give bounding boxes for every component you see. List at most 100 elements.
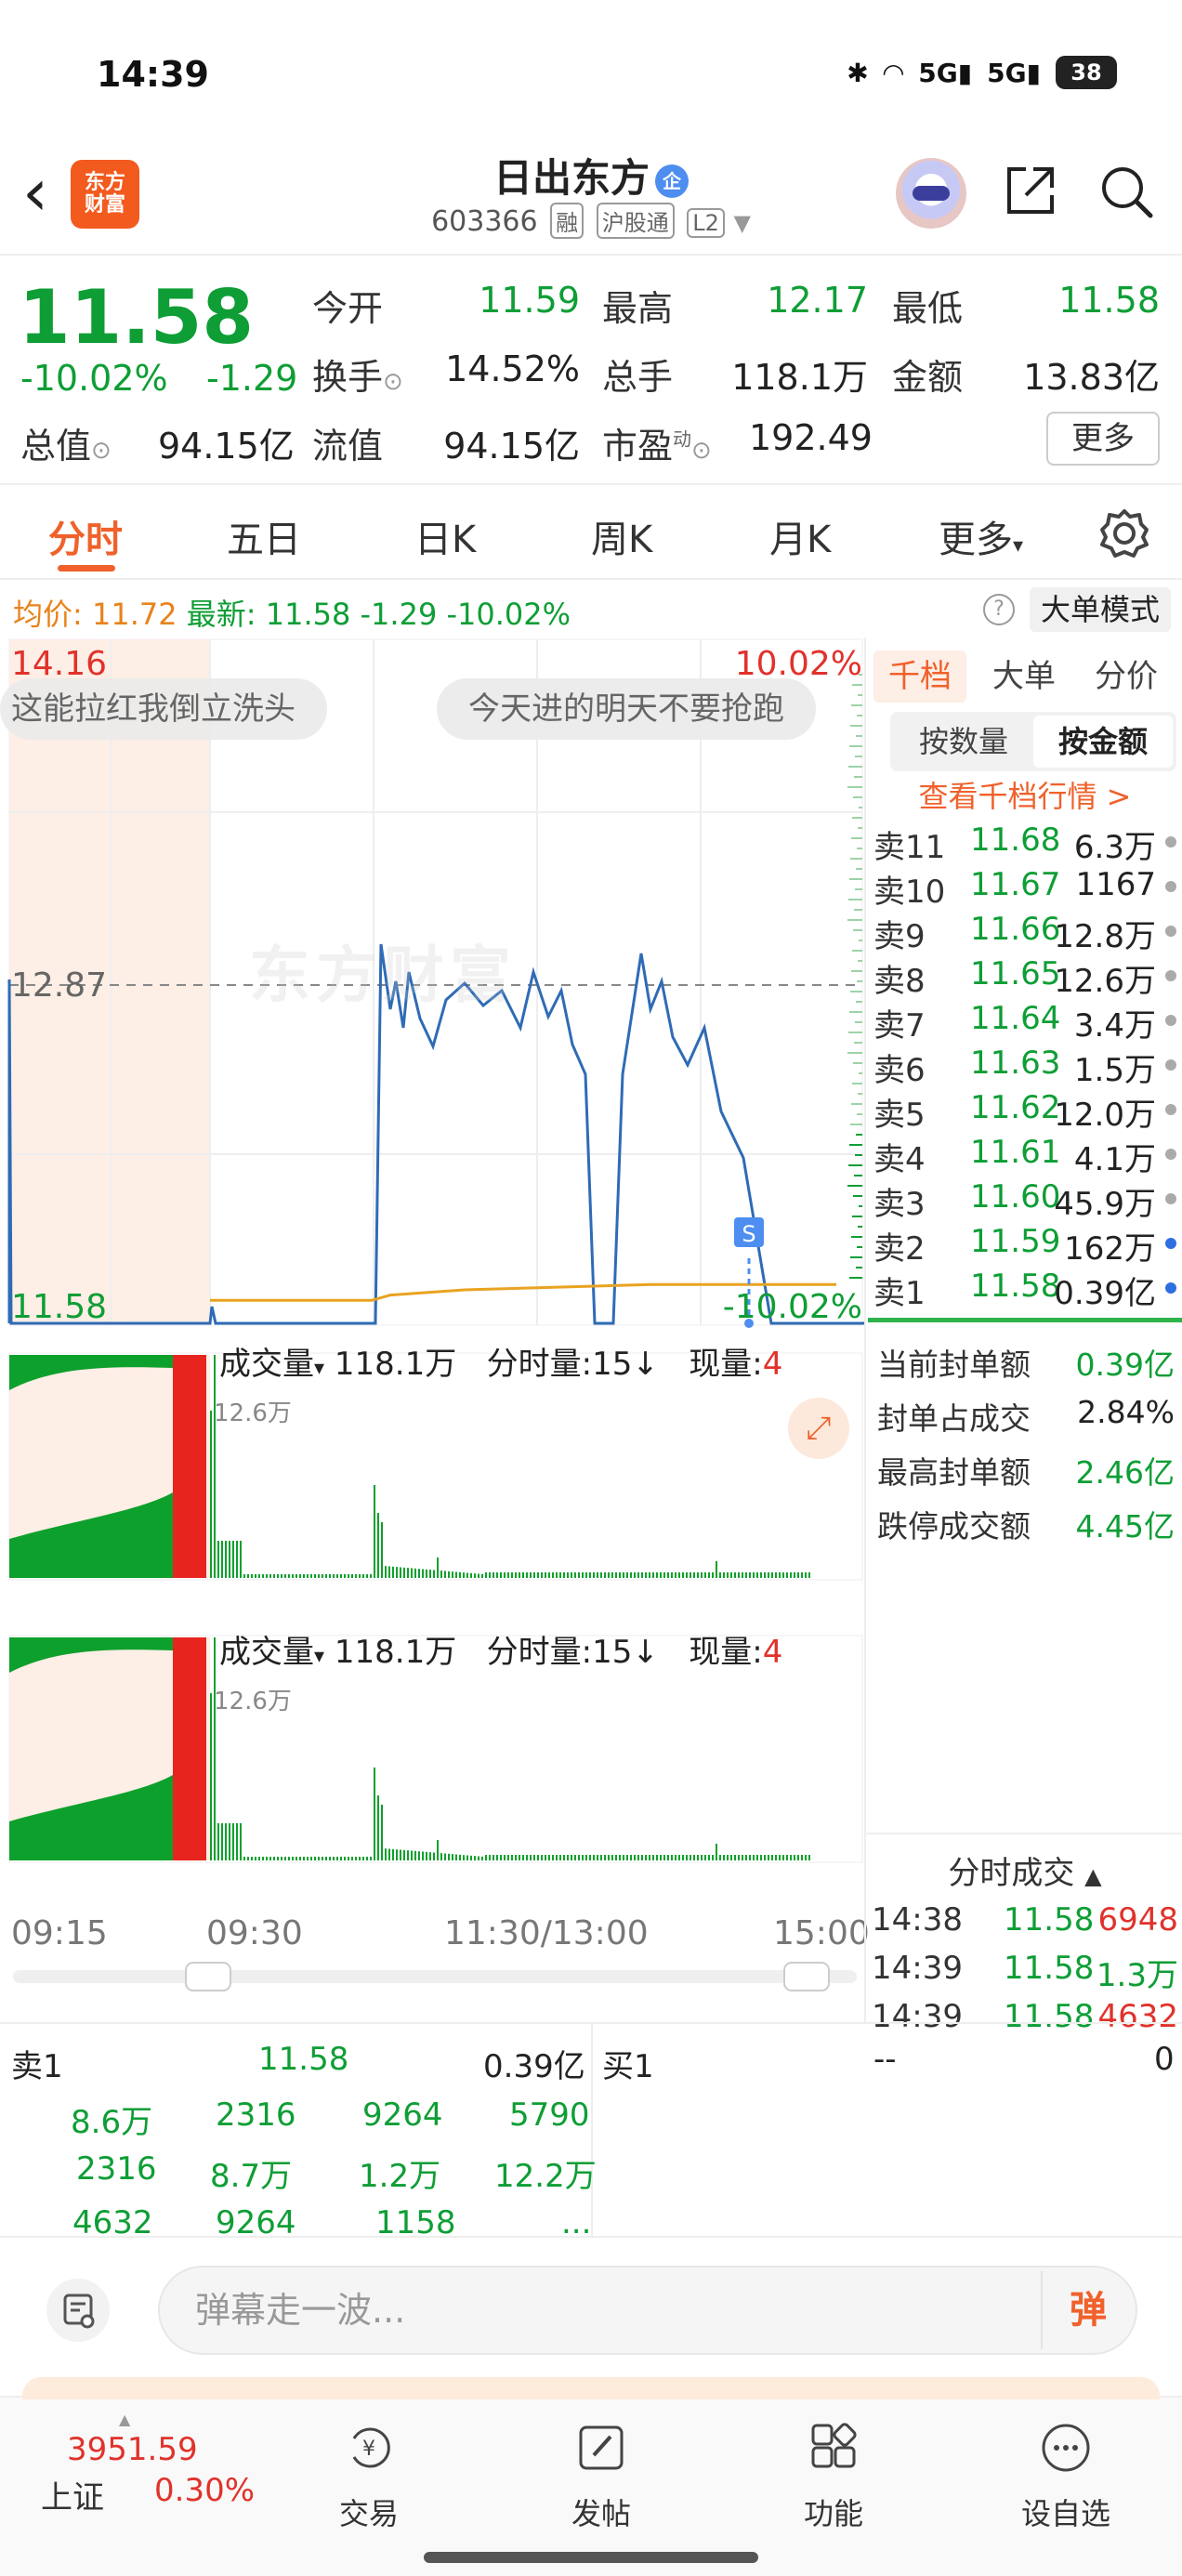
volume-header-1-label: 成交量 — [219, 1346, 314, 1383]
danmu-comment-1[interactable]: 这能拉红我倒立洗头 — [0, 678, 327, 740]
share-icon[interactable] — [1002, 162, 1059, 219]
ask-row[interactable]: 卖11 11.68 6.3万 — [866, 821, 1182, 866]
segment-by-quantity[interactable]: 按数量 — [894, 716, 1033, 768]
more-button[interactable]: 更多 — [1046, 412, 1160, 466]
bottom-nav: ▲ 3951.59 上证 0.30% ¥ 交易 发帖 功能 设自选 — [0, 2377, 1182, 2576]
volume-bar — [533, 1855, 535, 1860]
volume-bar — [808, 1572, 810, 1578]
volume-bar — [734, 1855, 736, 1860]
trades-title[interactable]: 分时成交 ▲ — [866, 1833, 1182, 1893]
nav-post[interactable]: 发帖 — [532, 2420, 671, 2533]
buy1-amount: 0 — [1154, 2041, 1175, 2078]
turnover-info-icon[interactable]: ⊙ — [383, 368, 403, 396]
help-icon[interactable]: ? — [983, 594, 1015, 625]
ask-row[interactable]: 卖6 11.63 1.5万 — [866, 1045, 1182, 1089]
danmu-input[interactable]: 弹幕走一波... — [158, 2266, 1137, 2355]
queue-cell-more[interactable]: ... — [561, 2204, 591, 2241]
volume-bar — [756, 1572, 758, 1578]
volume-bar — [548, 1572, 550, 1578]
ask-row[interactable]: 卖2 11.59 162万 — [866, 1223, 1182, 1268]
tab-price-distribution[interactable]: 分价 — [1095, 651, 1158, 696]
expand-icon[interactable]: ⤢ — [788, 1398, 849, 1459]
volume-bar — [307, 1857, 309, 1860]
range-slider-track[interactable] — [13, 1970, 857, 1983]
volume-bar — [466, 1855, 468, 1860]
latest-value: 11.58 — [265, 597, 351, 632]
volume-bar — [734, 1572, 736, 1578]
volume-bar — [258, 1574, 260, 1578]
danmu-send-button[interactable]: 弹 — [1041, 2271, 1134, 2349]
ask-price: 11.65 — [970, 955, 1061, 992]
total-value-label-text: 总值 — [20, 426, 92, 467]
bluetooth-icon: ✱ — [847, 57, 869, 88]
summary-text: 均价: 11.72 最新: 11.58 -1.29 -10.02% — [13, 591, 571, 634]
change-percent: -10.02% — [20, 358, 168, 399]
order-book-divider — [868, 1318, 1182, 1322]
pe-info-icon[interactable]: ⊙ — [691, 437, 712, 465]
tab-thousand-levels[interactable]: 千档 — [873, 651, 966, 703]
ask-row[interactable]: 卖10 11.67 1167 — [866, 866, 1182, 911]
info-icon[interactable]: ⊙ — [91, 437, 112, 465]
tab-weekly-k[interactable]: 周K — [591, 509, 652, 563]
range-slider-handle-right[interactable] — [783, 1962, 830, 1991]
ask-price: 11.68 — [970, 821, 1061, 859]
nav-add-watchlist[interactable]: 设自选 — [996, 2420, 1136, 2533]
queue-cell: 8.7万 — [210, 2158, 293, 2195]
volume-bar — [437, 1840, 439, 1860]
ask-row[interactable]: 卖5 11.62 12.0万 — [866, 1089, 1182, 1134]
gear-icon[interactable] — [1097, 506, 1152, 561]
x-label-0930: 09:30 — [206, 1914, 303, 1952]
volume-bar — [463, 1855, 465, 1860]
big-order-mode-button[interactable]: 大单模式 — [1030, 587, 1171, 632]
ask-volume: 12.6万 — [1054, 963, 1156, 1000]
sh-index-pct[interactable]: 0.30% — [154, 2472, 255, 2509]
volume-bar — [392, 1848, 394, 1860]
volume-dropdown-icon-1[interactable]: ▾ — [314, 1357, 324, 1380]
tab-monthly-k[interactable]: 月K — [769, 509, 831, 563]
ask-dot-icon — [1165, 1238, 1176, 1249]
float-value: 94.15亿 — [443, 426, 580, 467]
latest-change: -1.29 — [360, 597, 438, 632]
ask-row[interactable]: 卖3 11.60 45.9万 — [866, 1178, 1182, 1223]
assistant-avatar[interactable] — [896, 158, 966, 229]
auction-volume-red — [173, 1637, 206, 1860]
volume-bar — [273, 1574, 275, 1578]
tab-five-day[interactable]: 五日 — [227, 509, 301, 563]
volume-bar — [530, 1572, 532, 1578]
intraday-chart[interactable]: S 14.16 10.02% 12.87 11.58 -10.02% 东方财富 … — [0, 637, 870, 2022]
tab-big-orders[interactable]: 大单 — [992, 651, 1056, 696]
volume-bar — [422, 1569, 424, 1578]
volume-bar — [496, 1855, 498, 1860]
danmu-comment-2[interactable]: 今天进的明天不要抢跑 — [437, 678, 816, 740]
volume-bar — [236, 1541, 238, 1578]
tab-intraday[interactable]: 分时 — [48, 509, 123, 563]
volume-bar — [481, 1573, 483, 1578]
search-icon[interactable] — [1097, 162, 1156, 221]
sh-index-name[interactable]: 上证 — [41, 2472, 104, 2517]
range-slider-handle-left[interactable] — [185, 1962, 231, 1991]
segment-by-amount[interactable]: 按金额 — [1033, 716, 1173, 768]
nav-trade[interactable]: ¥ 交易 — [299, 2420, 439, 2533]
volume-bar — [281, 1857, 282, 1860]
nav-functions[interactable]: 功能 — [764, 2420, 903, 2533]
volume-dropdown-icon-2[interactable]: ▾ — [314, 1645, 324, 1668]
volume-bar — [749, 1855, 751, 1860]
tab-more[interactable]: 更多▾ — [939, 509, 1023, 563]
ask-row[interactable]: 卖4 11.61 4.1万 — [866, 1134, 1182, 1178]
volume-bar — [656, 1572, 658, 1578]
status-bar: 14:39 ✱ ◠ 5G▮ 5G▮ 38 — [0, 0, 1182, 139]
note-settings-icon[interactable] — [46, 2279, 110, 2342]
volume-bar — [552, 1855, 554, 1860]
volume-bar — [452, 1854, 453, 1860]
ask-row[interactable]: 卖1 11.58 0.39亿 — [866, 1268, 1182, 1312]
volume-header-1-interval[interactable]: 分时量:15↓ — [487, 1346, 659, 1383]
ask-row[interactable]: 卖8 11.65 12.6万 — [866, 955, 1182, 1000]
ask-row[interactable]: 卖9 11.66 12.8万 — [866, 911, 1182, 955]
volume-bar — [322, 1857, 323, 1860]
ask-row[interactable]: 卖7 11.64 3.4万 — [866, 1000, 1182, 1045]
nav-post-label: 发帖 — [571, 2496, 631, 2531]
volume-header-2-interval[interactable]: 分时量:15↓ — [487, 1634, 659, 1671]
sh-index-value[interactable]: 3951.59 — [67, 2431, 198, 2468]
view-levels-link[interactable]: 查看千档行情 > — [866, 773, 1182, 816]
tab-daily-k[interactable]: 日K — [414, 509, 476, 563]
